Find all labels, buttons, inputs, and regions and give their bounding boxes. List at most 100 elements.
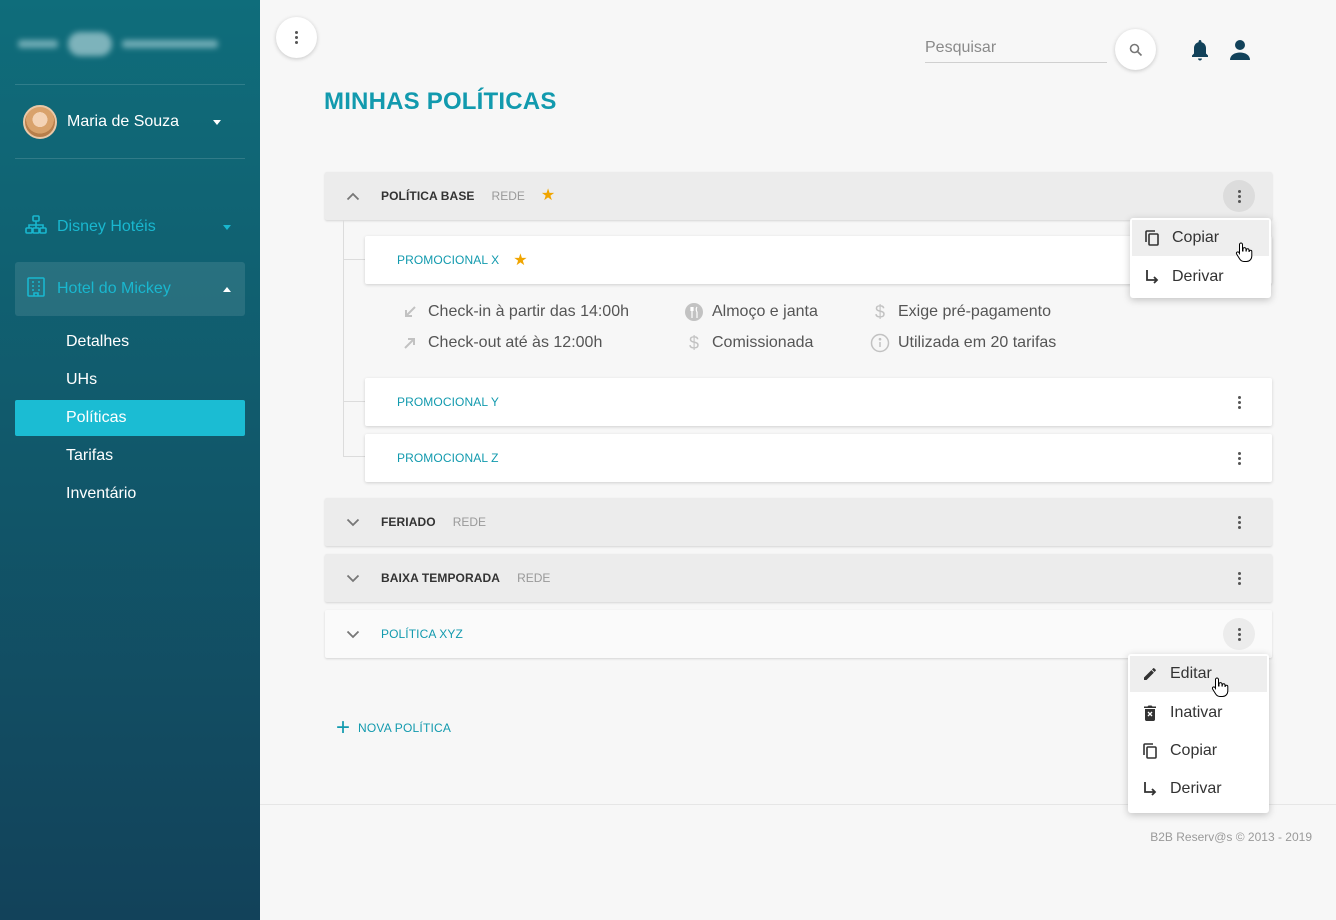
menu-item-editar[interactable]: Editar: [1130, 656, 1267, 692]
caret-down-icon: [213, 119, 221, 125]
user-icon[interactable]: [1229, 38, 1251, 62]
child-policy-name: PROMOCIONAL Z: [397, 451, 499, 465]
search-icon: [1129, 43, 1142, 56]
policy-name: FERIADO: [381, 515, 436, 529]
child-more-button[interactable]: [1223, 442, 1255, 474]
dollar-icon: $: [874, 301, 885, 322]
policy-more-button[interactable]: [1223, 562, 1255, 594]
sidebar-toggle-button[interactable]: [276, 17, 317, 58]
detail-checkout: Check-out até às 12:00h: [400, 333, 602, 353]
detail-text: Almoço e janta: [712, 303, 818, 320]
sidebar-item-tarifas[interactable]: Tarifas: [15, 438, 245, 474]
child-policy-name: PROMOCIONAL Y: [397, 395, 499, 409]
more-vertical-icon: [295, 31, 298, 44]
page-title: MINHAS POLÍTICAS: [324, 88, 557, 115]
detail-meals: Almoço e janta: [684, 302, 818, 322]
hand-cursor-icon: [1235, 242, 1253, 262]
detail-prepayment: $ Exige pré-pagamento: [870, 302, 1051, 322]
policy-more-button[interactable]: [1223, 618, 1255, 650]
policy-context-menu: Editar Inativar Copiar Derivar: [1128, 654, 1269, 813]
sidebar-divider: [15, 158, 245, 159]
menu-item-derivar[interactable]: Derivar: [1130, 258, 1271, 296]
policy-row[interactable]: FERIADO REDE: [325, 498, 1272, 546]
caret-up-icon: [223, 286, 231, 292]
child-policy-row[interactable]: PROMOCIONAL Y: [365, 378, 1272, 426]
info-icon: [870, 333, 890, 353]
menu-item-label: Inativar: [1170, 704, 1223, 721]
expand-button[interactable]: [325, 630, 381, 639]
policy-tag: REDE: [517, 571, 551, 585]
policy-row[interactable]: POLÍTICA BASE REDE ★: [325, 172, 1272, 220]
search-input[interactable]: [925, 33, 1107, 63]
detail-text: Exige pré-pagamento: [898, 303, 1051, 320]
menu-item-label: Derivar: [1170, 780, 1222, 797]
chevron-down-icon: [346, 630, 360, 638]
plus-icon: +: [336, 714, 351, 741]
detail-text: Check-in à partir das 14:00h: [428, 303, 629, 320]
dollar-icon: $: [688, 332, 699, 353]
user-menu[interactable]: Maria de Souza: [23, 105, 233, 139]
detail-text: Utilizada em 20 tarifas: [898, 334, 1057, 351]
tree-line: [343, 220, 344, 456]
tree-line: [343, 259, 365, 260]
policy-more-button[interactable]: [1223, 180, 1255, 212]
sidebar-item-inventario[interactable]: Inventário: [15, 476, 245, 512]
star-icon: ★: [540, 187, 556, 204]
sidebar-item-politicas[interactable]: Políticas: [15, 400, 245, 436]
child-more-button[interactable]: [1223, 386, 1255, 418]
child-policy-row[interactable]: PROMOCIONAL Z: [365, 434, 1272, 482]
arrow-up-right-icon: [400, 333, 420, 353]
menu-item-derivar[interactable]: Derivar: [1128, 770, 1269, 808]
policy-more-button[interactable]: [1223, 506, 1255, 538]
delete-icon: [1140, 703, 1160, 723]
arrow-down-left-icon: [400, 302, 420, 322]
detail-checkin: Check-in à partir das 14:00h: [400, 302, 629, 322]
expand-button[interactable]: [325, 574, 381, 583]
sidebar-group-label: Disney Hotéis: [57, 218, 156, 235]
policy-row[interactable]: BAIXA TEMPORADA REDE: [325, 554, 1272, 602]
more-vertical-icon: [1237, 451, 1241, 465]
detail-text: Check-out até às 12:00h: [428, 334, 603, 351]
menu-item-label: Copiar: [1172, 229, 1220, 246]
bell-icon[interactable]: [1189, 38, 1211, 62]
more-vertical-icon: [1237, 189, 1241, 203]
chevron-up-icon: [346, 192, 360, 200]
detail-usage: Utilizada em 20 tarifas: [870, 333, 1056, 353]
pencil-icon: [1140, 664, 1160, 684]
copy-icon: [1140, 741, 1160, 761]
brand-logo[interactable]: [18, 30, 232, 58]
policy-name: BAIXA TEMPORADA: [381, 571, 501, 585]
building-icon: [25, 276, 47, 303]
subdirectory-arrow-icon: [1140, 779, 1160, 799]
sidebar-item-detalhes[interactable]: Detalhes: [15, 324, 245, 360]
policy-row[interactable]: POLÍTICA XYZ: [325, 610, 1272, 658]
footer-copyright: B2B Reserv@s © 2013 - 2019: [1150, 830, 1312, 844]
sidebar-divider: [15, 84, 245, 85]
menu-item-inativar[interactable]: Inativar: [1128, 694, 1269, 732]
policy-name: POLÍTICA XYZ: [381, 627, 463, 641]
new-policy-button[interactable]: + NOVA POLÍTICA: [336, 716, 451, 740]
new-policy-label: NOVA POLÍTICA: [358, 721, 452, 735]
tree-line: [343, 401, 365, 402]
detail-commission: $ Comissionada: [684, 333, 813, 353]
tree-line: [343, 456, 365, 457]
sidebar-item-uhs[interactable]: UHs: [15, 362, 245, 398]
child-policy-name: PROMOCIONAL X: [397, 253, 500, 267]
avatar: [23, 105, 57, 139]
sidebar: Maria de Souza Disney Hotéis Hotel do Mi…: [0, 0, 260, 920]
detail-text: Comissionada: [712, 334, 814, 351]
collapse-button[interactable]: [325, 192, 381, 201]
sidebar-group-label: Hotel do Mickey: [57, 280, 171, 297]
subdirectory-arrow-icon: [1142, 267, 1162, 287]
expand-button[interactable]: [325, 518, 381, 527]
user-name: Maria de Souza: [67, 113, 180, 130]
star-icon: ★: [513, 252, 528, 269]
search-button[interactable]: [1115, 29, 1156, 70]
sidebar-group-hotel-do-mickey[interactable]: Hotel do Mickey: [15, 262, 245, 316]
menu-item-label: Editar: [1170, 665, 1212, 682]
policy-tag: REDE: [491, 189, 525, 203]
sidebar-group-disney-hoteis[interactable]: Disney Hotéis: [15, 200, 245, 254]
menu-item-copiar[interactable]: Copiar: [1128, 732, 1269, 770]
hand-cursor-icon: [1211, 677, 1229, 697]
utensils-icon: [684, 302, 704, 322]
